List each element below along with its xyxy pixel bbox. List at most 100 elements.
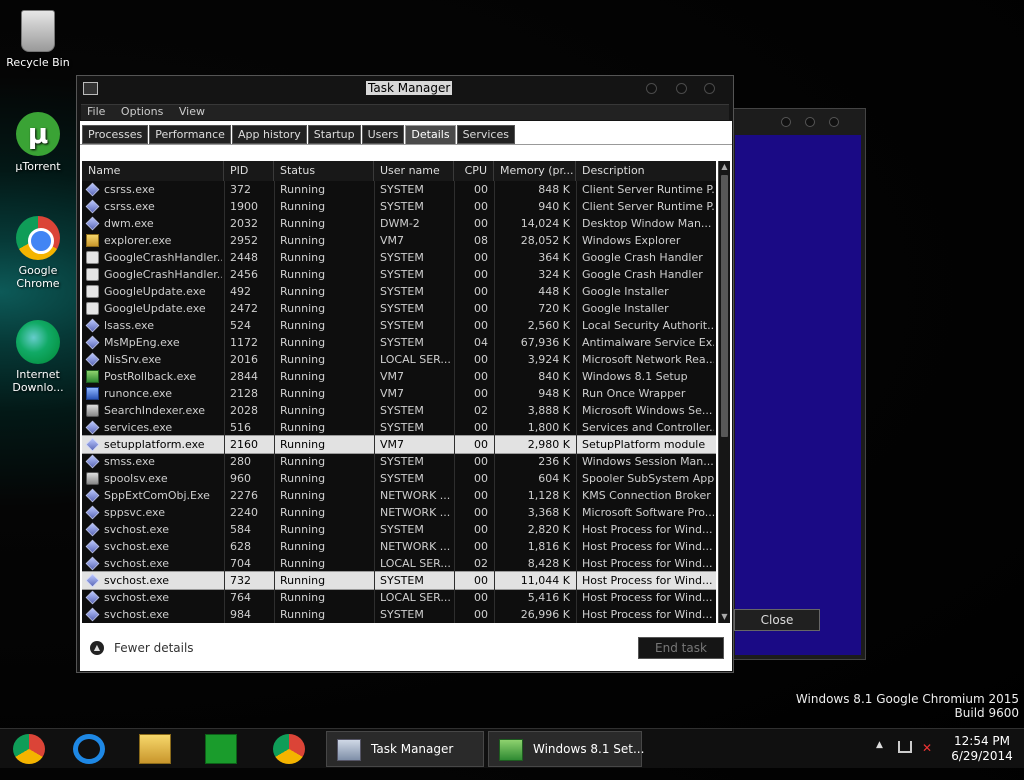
table-row[interactable]: NisSrv.exe 2016 Running LOCAL SER... 00 3,924… xyxy=(82,351,716,368)
process-icon xyxy=(85,216,100,231)
table-row[interactable]: GoogleCrashHandler.... 2448 Running SYSTEM 0… xyxy=(82,249,716,266)
show-hidden-icons[interactable]: ▲ xyxy=(876,740,883,780)
table-row[interactable]: lsass.exe 524 Running SYSTEM 00 2,560 K Local … xyxy=(82,317,716,334)
tab-startup[interactable]: Startup xyxy=(307,125,361,144)
process-icon xyxy=(85,539,100,554)
table-row[interactable]: dwm.exe 2032 Running DWM-2 00 14,024 K Desktop… xyxy=(82,215,716,232)
cell-mem: 14,024 K xyxy=(520,217,570,230)
menu-file[interactable]: File xyxy=(87,105,105,118)
process-icon xyxy=(86,387,99,400)
column-header-status[interactable]: Status xyxy=(274,161,374,181)
table-row[interactable]: runonce.exe 2128 Running VM7 00 948 K Run Once… xyxy=(82,385,716,402)
column-header-name[interactable]: Name xyxy=(82,161,224,181)
title-bar[interactable]: Task Manager xyxy=(77,76,733,102)
table-row[interactable]: sppsvc.exe 2240 Running NETWORK ... 00 3,368 … xyxy=(82,504,716,521)
column-header-memory[interactable]: Memory (pr... xyxy=(494,161,576,181)
close-icon[interactable] xyxy=(704,83,715,94)
table-row[interactable]: GoogleUpdate.exe 492 Running SYSTEM 00 448 K G… xyxy=(82,283,716,300)
cell-desc: Spooler SubSystem App xyxy=(582,472,714,485)
cell-status: Running xyxy=(280,523,326,536)
cell-status: Running xyxy=(280,285,326,298)
scroll-up-icon[interactable]: ▲ xyxy=(719,161,730,173)
table-row[interactable]: svchost.exe 732 Running SYSTEM 00 11,044 K Hos… xyxy=(82,571,716,590)
table-row[interactable]: services.exe 516 Running SYSTEM 00 1,800 K Ser… xyxy=(82,419,716,436)
table-row[interactable]: svchost.exe 628 Running NETWORK ... 00 1,816 … xyxy=(82,538,716,555)
cell-name: svchost.exe xyxy=(104,591,170,604)
scroll-down-icon[interactable]: ▼ xyxy=(719,611,730,623)
cell-pid: 2456 xyxy=(230,268,258,281)
desktop-icon-utorrent[interactable]: µ µTorrent xyxy=(3,112,73,173)
tab-app-history[interactable]: App history xyxy=(231,125,307,144)
table-row[interactable]: spoolsv.exe 960 Running SYSTEM 00 604 K Spoole… xyxy=(82,470,716,487)
table-row[interactable]: GoogleUpdate.exe 2472 Running SYSTEM 00 720 K… xyxy=(82,300,716,317)
table-row[interactable]: SearchIndexer.exe 2028 Running SYSTEM 02 3,88… xyxy=(82,402,716,419)
column-header-cpu[interactable]: CPU xyxy=(454,161,494,181)
close-button[interactable]: Close xyxy=(734,609,820,631)
table-row[interactable]: GoogleCrashHandler.... 2456 Running SYSTEM 0… xyxy=(82,266,716,283)
table-row[interactable]: csrss.exe 372 Running SYSTEM 00 848 K Client S… xyxy=(82,181,716,198)
fewer-details-toggle[interactable]: ▲ Fewer details xyxy=(90,640,194,656)
process-icon xyxy=(85,607,100,622)
process-icon xyxy=(85,590,100,605)
table-row[interactable]: setupplatform.exe 2160 Running VM7 00 2,980 K… xyxy=(82,435,716,454)
tab-users[interactable]: Users xyxy=(361,125,405,144)
tab-processes[interactable]: Processes xyxy=(82,125,149,144)
taskbar-button-task-manager[interactable]: Task Manager xyxy=(326,731,484,767)
taskbar-pin-chrome[interactable] xyxy=(260,732,318,766)
table-row[interactable]: MsMpEng.exe 1172 Running SYSTEM 04 67,936 K An… xyxy=(82,334,716,351)
watermark-edition: Windows 8.1 Google Chromium 2015 xyxy=(795,692,1019,706)
cell-desc: Client Server Runtime P... xyxy=(582,183,714,196)
cell-pid: 280 xyxy=(230,455,251,468)
tab-details[interactable]: Details xyxy=(405,125,456,145)
desktop-icon-recycle-bin[interactable]: Recycle Bin xyxy=(3,8,73,69)
table-row[interactable]: explorer.exe 2952 Running VM7 08 28,052 K Wind… xyxy=(82,232,716,249)
table-row[interactable]: svchost.exe 704 Running LOCAL SER... 02 8,428… xyxy=(82,555,716,572)
vertical-scrollbar[interactable]: ▲ ▼ xyxy=(718,161,730,623)
table-row[interactable]: smss.exe 280 Running SYSTEM 00 236 K Windows S… xyxy=(82,453,716,470)
tab-performance[interactable]: Performance xyxy=(149,125,231,144)
cell-pid: 2128 xyxy=(230,387,258,400)
desktop-icon-google-chrome[interactable]: Google Chrome xyxy=(3,216,73,290)
close-icon[interactable] xyxy=(829,117,839,127)
menu-view[interactable]: View xyxy=(179,105,205,118)
scrollbar-thumb[interactable] xyxy=(721,175,728,437)
minimize-icon[interactable] xyxy=(781,117,791,127)
cell-mem: 1,128 K xyxy=(527,489,570,502)
chrome-icon xyxy=(273,734,305,764)
cell-user: SYSTEM xyxy=(380,574,424,587)
taskbar-pin-store[interactable] xyxy=(192,732,250,766)
cell-user: SYSTEM xyxy=(380,319,424,332)
cell-desc: Services and Controller... xyxy=(582,421,714,434)
network-icon[interactable] xyxy=(898,741,912,753)
column-header-description[interactable]: Description xyxy=(576,161,716,181)
column-header-user-name[interactable]: User name xyxy=(374,161,454,181)
cell-user: SYSTEM xyxy=(380,455,424,468)
system-clock[interactable]: 12:54 PM 6/29/2014 xyxy=(944,734,1020,764)
tab-services[interactable]: Services xyxy=(456,125,515,144)
table-row[interactable]: svchost.exe 764 Running LOCAL SER... 00 5,416… xyxy=(82,589,716,606)
minimize-icon[interactable] xyxy=(646,83,657,94)
table-row[interactable]: csrss.exe 1900 Running SYSTEM 00 940 K Client … xyxy=(82,198,716,215)
taskbar-pin-internet-explorer[interactable] xyxy=(60,732,118,766)
desktop-icon-internet-download-manager[interactable]: Internet Downlo... xyxy=(3,320,73,394)
table-row[interactable]: SppExtComObj.Exe 2276 Running NETWORK ... 00… xyxy=(82,487,716,504)
maximize-icon[interactable] xyxy=(676,83,687,94)
taskbar-button-windows-setup[interactable]: Windows 8.1 Set... xyxy=(488,731,645,767)
taskbar-button-label: Windows 8.1 Set... xyxy=(533,742,645,756)
taskbar-pin-chrome[interactable] xyxy=(0,732,58,766)
column-header-pid[interactable]: PID xyxy=(224,161,274,181)
cell-status: Running xyxy=(280,387,326,400)
table-row[interactable]: PostRollback.exe 2844 Running VM7 00 840 K Win… xyxy=(82,368,716,385)
taskbar-button-label: Task Manager xyxy=(371,742,454,756)
table-row[interactable]: svchost.exe 584 Running SYSTEM 00 2,820 K Host… xyxy=(82,521,716,538)
volume-muted-icon[interactable]: ✕ xyxy=(922,741,936,755)
cell-status: Running xyxy=(280,404,326,417)
maximize-icon[interactable] xyxy=(805,117,815,127)
end-task-button[interactable]: End task xyxy=(638,637,724,659)
cell-desc: Windows Explorer xyxy=(582,234,681,247)
menu-options[interactable]: Options xyxy=(121,105,163,118)
table-row[interactable]: svchost.exe 984 Running SYSTEM 00 26,996 K Hos… xyxy=(82,606,716,623)
cell-status: Running xyxy=(280,608,326,621)
taskbar-pin-file-explorer[interactable] xyxy=(126,732,184,766)
background-setup-window[interactable] xyxy=(728,108,866,660)
